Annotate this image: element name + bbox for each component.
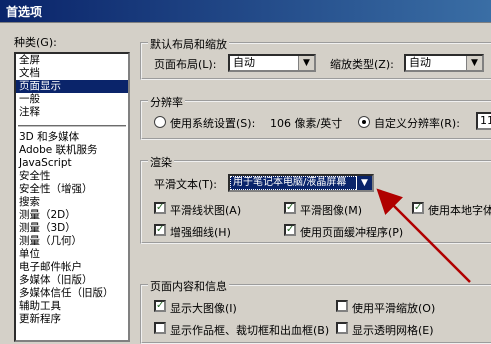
local-fonts-label: 使用本地字体(L) xyxy=(428,204,491,217)
smooth-text-value: 用于笔记本电脑/液晶屏幕 xyxy=(233,177,347,188)
category-item[interactable]: 安全性（增强） xyxy=(16,183,128,196)
page-cache-checkbox[interactable] xyxy=(284,224,296,236)
categories-label: 种类(G): xyxy=(14,36,57,49)
chevron-down-icon[interactable]: ▼ xyxy=(356,176,372,190)
category-item[interactable]: 电子邮件帐户 xyxy=(16,261,128,274)
custom-resolution-label: 自定义分辨率(R): xyxy=(374,117,460,130)
transparency-grid-checkbox[interactable] xyxy=(336,322,348,334)
smooth-zoom-checkbox[interactable] xyxy=(336,300,348,312)
category-item[interactable]: Adobe 联机服务 xyxy=(16,144,128,157)
category-item[interactable]: 3D 和多媒体 xyxy=(16,131,128,144)
smooth-images-checkbox[interactable] xyxy=(284,202,296,214)
category-item[interactable]: 文档 xyxy=(16,67,128,80)
category-item[interactable]: 多媒体（旧版） xyxy=(16,274,128,287)
rendering-group: 渲染 平滑文本(T): 用于笔记本电脑/液晶屏幕 ▼ 平滑线状图(A) 平滑图像… xyxy=(140,154,491,244)
smooth-text-select[interactable]: 用于笔记本电脑/液晶屏幕 ▼ xyxy=(228,174,374,192)
local-fonts-checkbox[interactable] xyxy=(412,202,424,214)
show-art-trim-bleed-label: 显示作品框、裁切框和出血框(B) xyxy=(170,324,330,337)
rendering-legend: 渲染 xyxy=(148,154,174,170)
resolution-legend: 分辨率 xyxy=(148,94,185,110)
category-item[interactable]: 安全性 xyxy=(16,170,128,183)
category-item-selected[interactable]: 页面显示 xyxy=(16,80,128,93)
smooth-line-art-label: 平滑线状图(A) xyxy=(170,204,242,217)
page-content-legend: 页面内容和信息 xyxy=(148,278,229,294)
custom-resolution-radio[interactable] xyxy=(358,116,370,128)
category-item[interactable]: JavaScript xyxy=(16,157,128,170)
chevron-down-icon[interactable]: ▼ xyxy=(466,56,482,70)
category-item[interactable]: 测量（2D） xyxy=(16,209,128,222)
system-resolution-value: 106 像素/英寸 xyxy=(270,117,343,130)
page-layout-value: 自动 xyxy=(233,56,255,69)
smooth-line-art-checkbox[interactable] xyxy=(154,202,166,214)
category-item[interactable]: 单位 xyxy=(16,248,128,261)
category-item[interactable]: 多媒体信任（旧版） xyxy=(16,287,128,300)
custom-resolution-input[interactable]: 11 xyxy=(476,112,491,130)
category-item[interactable]: 更新程序 xyxy=(16,313,128,326)
enhance-thin-lines-checkbox[interactable] xyxy=(154,224,166,236)
category-item[interactable]: 测量（3D） xyxy=(16,222,128,235)
resolution-group: 分辨率 使用系统设置(S): 106 像素/英寸 自定义分辨率(R): 11 xyxy=(140,94,491,140)
category-separator xyxy=(18,121,126,127)
smooth-zoom-label: 使用平滑缩放(O) xyxy=(352,302,436,315)
zoom-type-value: 自动 xyxy=(409,56,431,69)
show-art-trim-bleed-checkbox[interactable] xyxy=(154,322,166,334)
custom-resolution-value: 11 xyxy=(480,114,491,127)
default-layout-group: 默认布局和缩放 页面布局(L): 自动 ▼ 缩放类型(Z): 自动 ▼ xyxy=(140,36,491,80)
page-content-group: 页面内容和信息 显示大图像(I) 使用平滑缩放(O) 显示作品框、裁切框和出血框… xyxy=(140,278,491,344)
window-title: 首选项 xyxy=(6,5,43,19)
zoom-type-label: 缩放类型(Z): xyxy=(330,58,394,71)
title-bar: 首选项 xyxy=(0,0,491,23)
page-cache-label: 使用页面缓冲程序(P) xyxy=(300,226,404,239)
zoom-type-select[interactable]: 自动 ▼ xyxy=(404,54,484,72)
categories-list[interactable]: 全屏 文档 页面显示 一般 注释 3D 和多媒体 Adobe 联机服务 Java… xyxy=(14,52,130,342)
page-layout-select[interactable]: 自动 ▼ xyxy=(228,54,316,72)
enhance-thin-lines-label: 增强细线(H) xyxy=(170,226,231,239)
show-large-images-checkbox[interactable] xyxy=(154,300,166,312)
show-large-images-label: 显示大图像(I) xyxy=(170,302,237,315)
category-item[interactable]: 注释 xyxy=(16,106,128,119)
page-layout-label: 页面布局(L): xyxy=(154,58,217,71)
category-item[interactable]: 一般 xyxy=(16,93,128,106)
chevron-down-icon[interactable]: ▼ xyxy=(298,56,314,70)
category-item[interactable]: 搜索 xyxy=(16,196,128,209)
category-item[interactable]: 辅助工具 xyxy=(16,300,128,313)
smooth-text-label: 平滑文本(T): xyxy=(154,178,218,191)
default-layout-legend: 默认布局和缩放 xyxy=(148,36,229,52)
category-item[interactable]: 全屏 xyxy=(16,54,128,67)
category-item[interactable]: 测量（几何） xyxy=(16,235,128,248)
system-setting-label: 使用系统设置(S): xyxy=(170,117,256,130)
smooth-images-label: 平滑图像(M) xyxy=(300,204,363,217)
transparency-grid-label: 显示透明网格(E) xyxy=(352,324,434,337)
system-setting-radio[interactable] xyxy=(154,116,166,128)
